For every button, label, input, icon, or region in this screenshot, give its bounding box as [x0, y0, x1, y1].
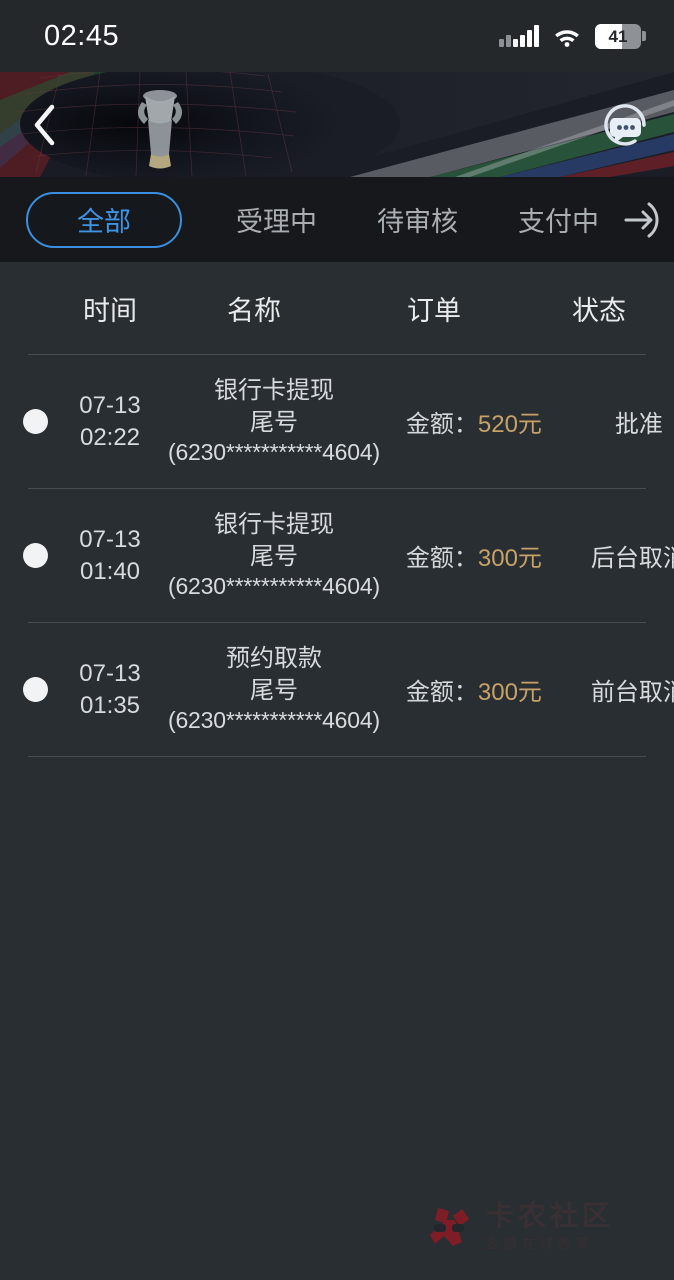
tab-all[interactable]: 全部 — [26, 191, 182, 248]
tabs-overflow-button[interactable] — [618, 197, 664, 243]
status-bar: 02:45 41 — [0, 0, 674, 72]
row-card-label: 尾号 — [249, 408, 298, 436]
amount-value: 520元 — [477, 411, 542, 438]
row-date: 07-13 — [79, 391, 141, 419]
orders-table: 时间 名称 订单 状态 07-13 02:22 银行卡提现 尾号 (6230**… — [0, 262, 674, 1280]
phone-screen: 02:45 41 全部 受理中 待审核 支付中 时间 名称 订单 状态 07-1… — [0, 0, 674, 1280]
table-header-row: 时间 名称 订单 状态 — [0, 262, 674, 354]
status-indicators: 41 — [498, 23, 646, 49]
divider — [28, 756, 646, 757]
arrow-right-icon — [624, 202, 659, 237]
hero-banner — [0, 72, 674, 177]
kanong-logo-icon — [429, 1208, 469, 1246]
cell-amount: 金额：300元 — [384, 538, 564, 573]
status-dot-icon — [22, 543, 48, 568]
row-date: 07-13 — [79, 659, 141, 687]
cell-time: 07-13 01:40 — [56, 524, 164, 588]
header-status: 状态 — [572, 295, 626, 326]
tab-processing[interactable]: 受理中 — [226, 200, 327, 239]
row-name: 预约取款 — [225, 645, 322, 673]
amount-label: 金额： — [405, 545, 478, 572]
watermark: 卡农社区 金融在线教育 — [424, 1200, 614, 1252]
table-row[interactable]: 07-13 02:22 银行卡提现 尾号 (6230***********460… — [0, 355, 674, 488]
row-time: 01:35 — [79, 691, 141, 719]
signal-bars-icon — [498, 25, 539, 47]
cell-name: 银行卡提现 尾号 (6230***********4604) — [164, 509, 384, 601]
battery-level: 41 — [608, 26, 628, 46]
table-row[interactable]: 07-13 01:35 预约取款 尾号 (6230***********4604… — [0, 623, 674, 756]
row-card-mask: (6230***********4604) — [168, 572, 380, 599]
cell-status: 批准 — [614, 411, 663, 438]
cell-time: 07-13 01:35 — [56, 658, 164, 722]
row-card-label: 尾号 — [249, 542, 298, 570]
tab-paying[interactable]: 支付中 — [508, 200, 609, 239]
cell-time: 07-13 02:22 — [56, 390, 164, 454]
battery-icon: 41 — [595, 23, 646, 49]
row-marker — [0, 677, 56, 702]
row-time: 01:40 — [79, 557, 141, 585]
cell-status: 后台取消 — [590, 545, 674, 572]
row-card-mask: (6230***********4604) — [168, 438, 380, 465]
banner-artwork — [0, 72, 674, 177]
filter-tab-bar: 全部 受理中 待审核 支付中 — [0, 177, 674, 262]
amount-value: 300元 — [477, 679, 542, 706]
cell-name: 银行卡提现 尾号 (6230***********4604) — [164, 375, 384, 467]
row-date: 07-13 — [79, 525, 141, 553]
header-time: 时间 — [83, 295, 137, 326]
table-row[interactable]: 07-13 01:40 银行卡提现 尾号 (6230***********460… — [0, 489, 674, 622]
cell-amount: 金额：520元 — [384, 404, 564, 439]
row-name: 银行卡提现 — [213, 377, 334, 405]
status-time: 02:45 — [44, 19, 120, 52]
wifi-icon — [553, 26, 581, 47]
row-name: 银行卡提现 — [213, 511, 334, 539]
status-dot-icon — [22, 409, 48, 434]
customer-service-chat-icon — [604, 103, 646, 146]
amount-label: 金额： — [405, 411, 478, 438]
cell-status: 前台取消 — [590, 679, 674, 706]
row-marker — [0, 409, 56, 434]
amount-value: 300元 — [477, 545, 542, 572]
header-name: 名称 — [227, 295, 281, 326]
tab-pending-review[interactable]: 待审核 — [367, 200, 468, 239]
back-button[interactable] — [22, 103, 66, 147]
cell-amount: 金额：300元 — [384, 672, 564, 707]
watermark-title: 卡农社区 — [485, 1200, 614, 1231]
status-dot-icon — [22, 677, 48, 702]
row-time: 02:22 — [79, 423, 141, 451]
chevron-left-icon — [34, 104, 55, 145]
row-marker — [0, 543, 56, 568]
amount-label: 金额： — [405, 679, 478, 706]
header-order: 订单 — [407, 295, 461, 326]
row-card-mask: (6230***********4604) — [168, 706, 380, 733]
row-card-label: 尾号 — [249, 676, 298, 704]
cell-name: 预约取款 尾号 (6230***********4604) — [164, 643, 384, 735]
customer-service-button[interactable] — [598, 98, 652, 152]
watermark-subtitle: 金融在线教育 — [485, 1236, 594, 1251]
